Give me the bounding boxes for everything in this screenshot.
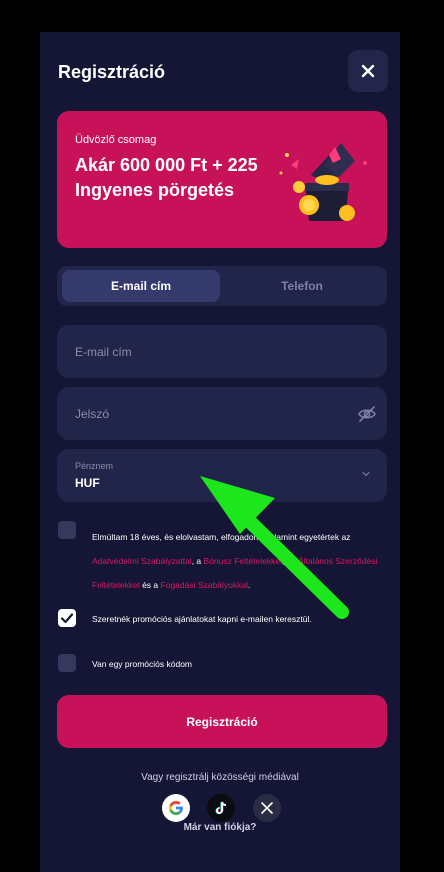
promo-title: Akár 600 000 Ft + 225 Ingyenes pörgetés [75,155,258,200]
consent-text-3: , a [191,556,202,566]
bonus-terms-link[interactable]: Bónusz Feltételekkel [204,556,282,566]
welcome-bonus-banner: Üdvözlő csomag Akár 600 000 Ft + 225 Ing… [57,111,387,248]
gift-box-coins-illustration [279,143,367,221]
terms-checkbox[interactable] [58,521,76,539]
promo-emails-checkbox[interactable] [58,609,76,627]
currency-value: HUF [75,476,100,490]
x-icon [261,802,273,814]
consent-text-2: valamint egyetértek az [263,532,351,542]
promo-label: Üdvözlő csomag [75,134,157,146]
close-icon [361,64,375,78]
password-input[interactable] [75,387,345,440]
consent-text-6: . [247,580,251,590]
tiktok-button[interactable] [207,794,235,822]
modal-title: Regisztráció [58,62,166,82]
promo-emails-label: Szeretnék promóciós ajánlatokat kapni e-… [92,614,312,624]
consent-text-5: és a [139,580,159,590]
checkmark-icon [60,613,74,624]
chevron-down-icon [362,471,370,477]
privacy-policy-link[interactable]: Adatvédelmi Szabályzattal [92,556,192,566]
betting-rules-link[interactable]: Fogadási Szabályokkal [161,580,248,590]
eye-off-icon[interactable] [357,404,377,424]
currency-label: Pénznem [75,461,114,471]
x-button[interactable] [253,794,281,822]
terms-consent-text: Elmúltam 18 éves, és elolvastam, elfogad… [92,525,392,597]
promo-code-label: Van egy promóciós kódom [92,659,193,669]
tiktok-icon [215,801,227,815]
consent-text-1: Elmúltam 18 éves, és elolvastam, [92,532,219,542]
email-field-wrapper [57,325,387,378]
google-button[interactable] [162,794,190,822]
register-button[interactable]: Regisztráció [57,695,387,748]
promo-code-checkbox[interactable] [58,654,76,672]
consent-text-4: , az [281,556,296,566]
close-button[interactable] [348,50,388,92]
tab-phone[interactable]: Telefon [223,270,381,302]
currency-selector[interactable]: Pénznem HUF [57,449,387,502]
google-icon [169,801,183,815]
registration-modal: Regisztráció Üdvözlő csomag Akár 600 000… [40,32,400,872]
password-field-wrapper [57,387,387,440]
tab-email[interactable]: E-mail cím [62,270,220,302]
social-register-caption: Vagy regisztrálj közösségi médiával [141,772,299,783]
login-prompt: Már van fiókja? [183,822,257,833]
email-input[interactable] [75,325,345,378]
auth-method-tabs: E-mail cím Telefon [57,266,387,306]
consent-text-hidden: elfogadom, [218,532,264,542]
